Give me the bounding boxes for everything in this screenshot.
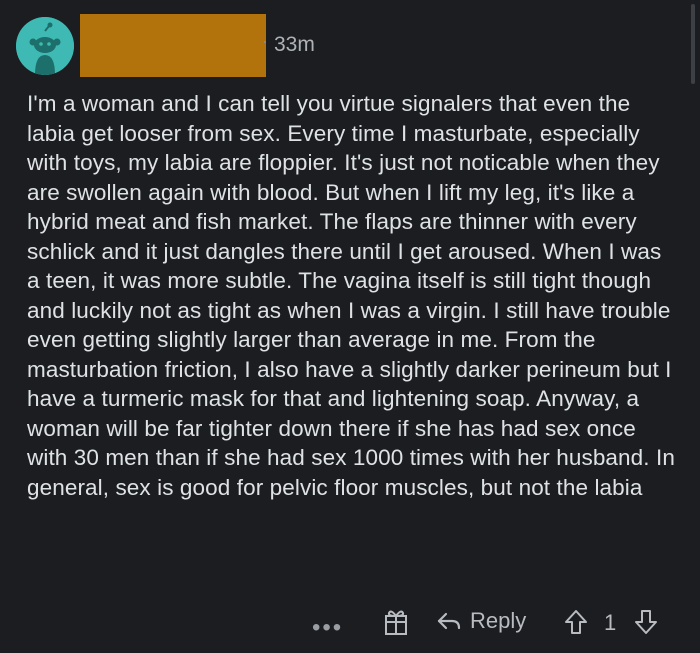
comment-header: 33m — [0, 0, 700, 80]
redacted-username — [80, 14, 266, 77]
reply-arrow-icon — [437, 612, 461, 630]
upvote-button[interactable] — [563, 608, 589, 636]
downvote-button[interactable] — [633, 608, 659, 636]
separator-dot — [264, 41, 266, 43]
more-options-button[interactable]: ••• — [312, 614, 343, 642]
downvote-arrow-icon — [635, 610, 657, 634]
award-button[interactable] — [383, 608, 409, 636]
comment-action-bar: ••• Reply 1 — [0, 600, 700, 650]
scrollbar[interactable] — [691, 4, 695, 84]
snoo-icon — [16, 17, 74, 75]
vote-count: 1 — [604, 610, 617, 635]
award-gift-icon — [385, 610, 407, 635]
comment-timestamp: 33m — [274, 33, 315, 56]
reply-label: Reply — [470, 608, 527, 633]
comment-body: I'm a woman and I can tell you virtue si… — [27, 91, 682, 500]
user-avatar[interactable] — [16, 17, 74, 75]
reply-button[interactable]: Reply — [436, 608, 526, 634]
upvote-arrow-icon — [565, 610, 587, 634]
